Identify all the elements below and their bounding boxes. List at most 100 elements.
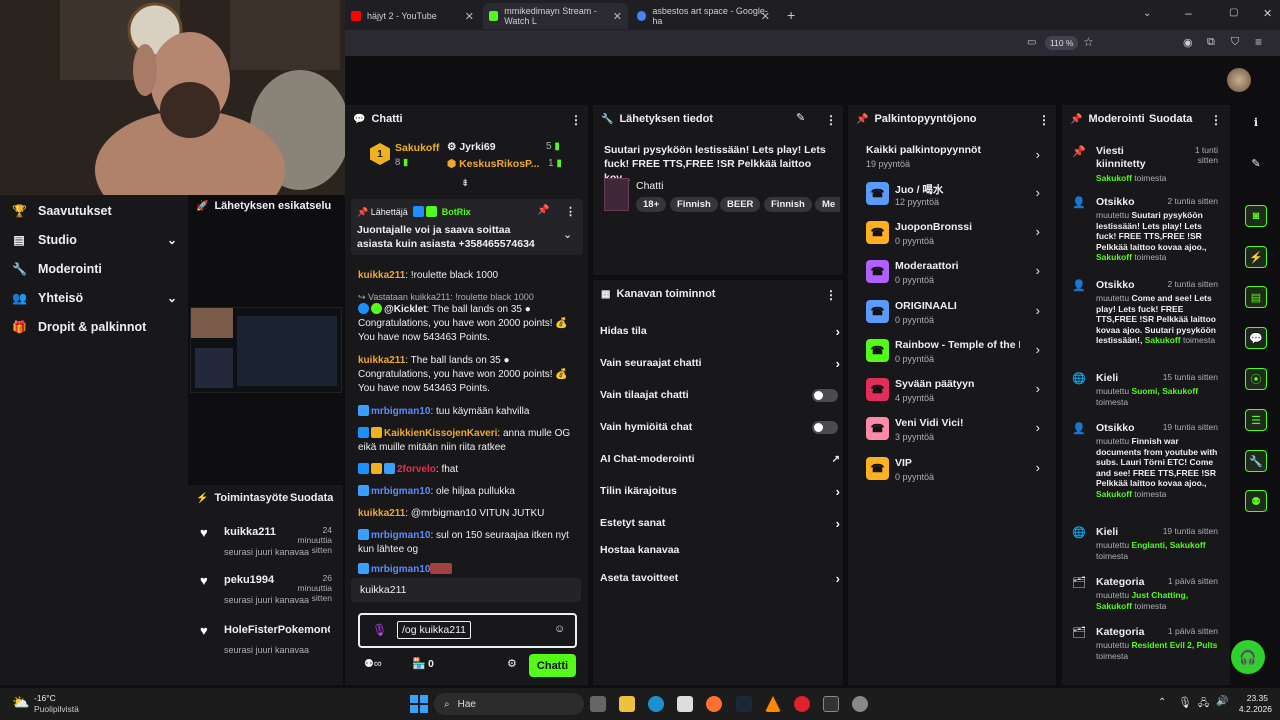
tag-chip[interactable]: BEER xyxy=(720,197,761,212)
more-options-icon[interactable]: ⋮ xyxy=(570,113,582,127)
account-icon[interactable]: ◉ xyxy=(1183,36,1193,49)
vlc-icon[interactable] xyxy=(765,696,781,712)
taskbar-search[interactable]: ⌕ Hae xyxy=(434,693,584,715)
minimize-button[interactable]: – xyxy=(1185,6,1192,20)
tag-chip[interactable]: Me xyxy=(815,197,840,212)
server-icon[interactable]: ☰ xyxy=(1245,409,1267,431)
reward-item[interactable]: ☎ VIP 0 pyyntöä › xyxy=(866,455,1042,491)
opera-icon[interactable] xyxy=(794,696,810,712)
browser-tab-kick[interactable]: mmikedimayn Stream - Watch L ✕ xyxy=(483,3,628,29)
unpin-icon[interactable]: 📌 xyxy=(537,205,549,216)
clock-date[interactable]: 4.2.2026 xyxy=(1232,704,1272,714)
clock-time[interactable]: 23.35 xyxy=(1232,693,1268,703)
info-icon[interactable]: ℹ xyxy=(1245,111,1267,133)
community-icon[interactable]: ⚉ xyxy=(1245,490,1267,512)
collapse-icon[interactable]: ⇟ xyxy=(461,178,469,189)
windows-start-icon[interactable] xyxy=(410,695,428,713)
file-explorer-icon[interactable] xyxy=(619,696,635,712)
weather-icon[interactable]: ⛅ xyxy=(12,694,29,711)
extensions-icon[interactable]: ⧉ xyxy=(1207,36,1215,49)
chevron-down-icon[interactable]: ⌄ xyxy=(563,228,572,241)
network-icon[interactable]: 🖧 xyxy=(1198,696,1209,713)
category-name[interactable]: Chatti xyxy=(636,180,663,192)
edit-icon[interactable]: ✎ xyxy=(1245,152,1267,174)
zoom-level[interactable]: 110 % xyxy=(1045,36,1079,50)
modlog-filter-button[interactable]: Suodata xyxy=(1149,105,1192,133)
support-chat-button[interactable]: 🎧 xyxy=(1231,640,1265,674)
send-chat-button[interactable]: Chatti xyxy=(529,654,576,677)
action-age-restriction[interactable]: Tilin ikärajoitus › xyxy=(600,481,840,501)
microphone-icon[interactable]: 🎙 xyxy=(1178,696,1192,709)
close-icon[interactable]: ✕ xyxy=(465,10,474,23)
reward-item[interactable]: ☎Rainbow - Temple of the King0 pyyntöä› xyxy=(866,337,1042,373)
edit-icon[interactable]: ✎ xyxy=(796,111,805,124)
camera-icon[interactable]: ◙ xyxy=(1245,205,1267,227)
wrench-icon[interactable]: 🔧 xyxy=(1245,450,1267,472)
task-view-icon[interactable] xyxy=(590,696,606,712)
reward-all-requests[interactable]: Kaikki palkintopyynnöt 19 pyyntöä › xyxy=(866,142,1042,178)
volume-icon[interactable]: 🔊 xyxy=(1216,696,1228,707)
action-ai-moderation[interactable]: AI Chat-moderointi ↗ xyxy=(600,449,840,469)
action-blocked-words[interactable]: Estetyt sanat › xyxy=(600,513,840,533)
reward-item[interactable]: ☎ Syvään päätyyn 4 pyyntöä › xyxy=(866,376,1042,412)
document-icon[interactable]: ▤ xyxy=(1245,286,1267,308)
stream-preview-video[interactable] xyxy=(190,307,342,393)
shield-icon[interactable]: ⛉ xyxy=(1231,36,1239,49)
bookmark-star-icon[interactable]: ☆ xyxy=(1083,35,1094,49)
chevron-up-icon[interactable]: ⌃ xyxy=(1158,697,1166,708)
more-options-icon[interactable]: ⋮ xyxy=(565,205,576,218)
sidebar-item-drops[interactable]: 🎁 Dropit & palkinnot xyxy=(12,316,177,338)
reply-target-bar[interactable]: kuikka211 xyxy=(351,578,581,602)
store-icon[interactable] xyxy=(677,696,693,712)
reward-item[interactable]: ☎ ORIGINAALI 0 pyyntöä › xyxy=(866,298,1042,334)
reward-item[interactable]: ☎ Moderaattori 0 pyyntöä › xyxy=(866,258,1042,294)
firefox-icon[interactable] xyxy=(706,696,722,712)
settings-icon[interactable] xyxy=(852,696,868,712)
sidebar-item-achievements[interactable]: 🏆 Saavutukset xyxy=(12,200,177,222)
edge-icon[interactable] xyxy=(648,696,664,712)
gear-icon[interactable]: ⚙ xyxy=(507,657,517,670)
more-options-icon[interactable]: ⋮ xyxy=(1038,113,1050,127)
avatar[interactable] xyxy=(1227,68,1251,92)
action-host-channel[interactable]: Hostaa kanavaa xyxy=(600,540,840,560)
close-window-button[interactable]: ✕ xyxy=(1263,7,1272,20)
browser-tab-google[interactable]: asbestos art space - Google-ha ✕ xyxy=(631,3,776,29)
browser-tab-youtube[interactable]: häjyt 2 - YouTube ✕ xyxy=(345,3,480,29)
sidebar-item-community[interactable]: 👥 Yhteisö ⌄ xyxy=(12,287,177,309)
terminal-icon[interactable] xyxy=(823,696,839,712)
reward-item[interactable]: ☎ JuoponBronssi 0 pyyntöä › xyxy=(866,219,1042,255)
community-icon[interactable]: ⚉∞ xyxy=(364,657,382,670)
more-options-icon[interactable]: ⋮ xyxy=(825,288,837,302)
reward-item[interactable]: ☎ Juo / 喝水 12 pyyntöä › xyxy=(866,180,1042,216)
close-icon[interactable]: ✕ xyxy=(761,10,770,23)
broadcast-icon[interactable]: ⦿ xyxy=(1245,368,1267,390)
sidebar-item-moderation[interactable]: 🔧 Moderointi xyxy=(12,258,177,280)
menu-icon[interactable]: ≡ xyxy=(1255,35,1262,49)
steam-icon[interactable] xyxy=(736,696,752,712)
leaderboard-user[interactable]: ⬢ KeskusRikosP... xyxy=(447,158,539,170)
activity-filter-button[interactable]: Suodata xyxy=(290,487,333,509)
maximize-button[interactable]: ▢ xyxy=(1229,7,1238,18)
tag-chip[interactable]: Finnish xyxy=(764,197,812,212)
action-followers-only[interactable]: Vain seuraajat chatti › xyxy=(600,353,840,373)
chat-icon[interactable]: 💬 xyxy=(1245,327,1267,349)
leaderboard-user[interactable]: Sakukoff xyxy=(395,142,439,154)
leaderboard-user[interactable]: ⚙ Jyrki69 xyxy=(447,141,496,153)
tag-chip[interactable]: 18+ xyxy=(636,197,667,212)
emotes-only-toggle[interactable] xyxy=(812,420,838,434)
reward-item[interactable]: ☎ Veni Vidi Vici! 3 pyyntöä › xyxy=(866,415,1042,451)
lightning-icon[interactable]: ⚡ xyxy=(1245,246,1267,268)
sidebar-item-studio[interactable]: ▤ Studio ⌄ xyxy=(12,229,177,251)
subscribers-only-toggle[interactable] xyxy=(812,388,838,402)
reader-view-icon[interactable]: ▭ xyxy=(1027,37,1036,48)
more-options-icon[interactable]: ⋮ xyxy=(1210,113,1222,127)
new-tab-button[interactable]: + xyxy=(787,7,795,23)
chat-input-box[interactable]: 🎙 /og kuikka211 ☺ xyxy=(358,613,577,648)
points-store-icon[interactable]: 🏪 xyxy=(412,657,426,670)
action-slow-mode[interactable]: Hidas tila › xyxy=(600,321,840,341)
chat-input[interactable]: /og kuikka211 xyxy=(397,621,471,639)
action-set-goals[interactable]: Aseta tavoitteet › xyxy=(600,568,840,588)
close-icon[interactable]: ✕ xyxy=(613,10,622,23)
microphone-icon[interactable]: 🎙 xyxy=(372,623,387,637)
tag-chip[interactable]: Finnish xyxy=(670,197,718,212)
